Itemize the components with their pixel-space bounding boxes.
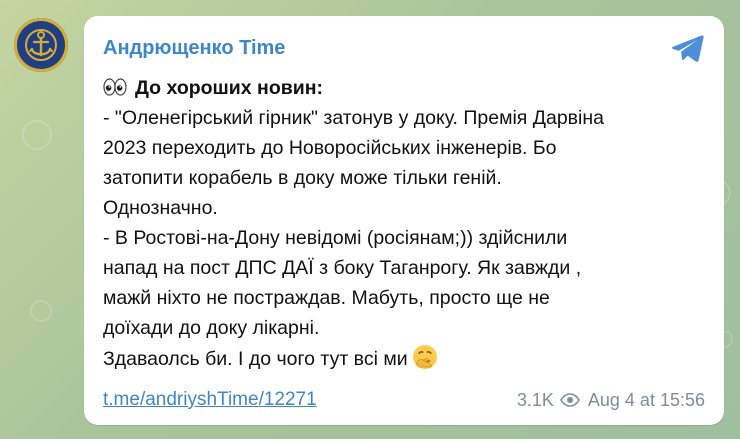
post-line: Однозначно. xyxy=(103,197,218,219)
telegram-share-icon[interactable] xyxy=(671,33,705,63)
post-line: напад на пост ДПС ДАЇ з боку Таганрогу. … xyxy=(103,257,582,279)
channel-avatar[interactable] xyxy=(14,18,68,72)
background-doodle xyxy=(30,300,52,322)
eye-icon xyxy=(559,393,580,407)
background-doodle xyxy=(22,120,52,150)
anchor-emblem-icon xyxy=(23,27,59,63)
post-meta: 3.1K Aug 4 at 15:56 xyxy=(517,389,705,411)
post-line: - В Ростові-на-Дону невідомі (росіянам;)… xyxy=(103,227,568,249)
post-line: 2023 переходить до Новоросійських інжене… xyxy=(103,137,557,159)
post-heading: До хороших новин: xyxy=(135,77,323,99)
post-date: Aug 4 at 15:56 xyxy=(587,390,705,410)
channel-name[interactable]: Андрющенко Time xyxy=(103,36,285,60)
eyes-icon xyxy=(103,78,127,96)
post-heading-line: До хороших новин: xyxy=(103,73,708,103)
views-count: 3.1K xyxy=(516,390,554,410)
face-with-hand-over-mouth-icon xyxy=(411,343,439,371)
post-line: мажй ніхто не постраждав. Мабуть, просто… xyxy=(103,287,550,309)
post-line: доїхади до доку лікарні. xyxy=(103,317,320,339)
post-line: затопити корабель в доку може тільки ген… xyxy=(103,167,502,189)
post-line: - "Оленегірський гірник" затонув у доку.… xyxy=(103,107,604,129)
views-counter: 3.1K xyxy=(517,389,580,411)
post-message: До хороших новин: - "Оленегірський гірни… xyxy=(103,73,708,373)
post-line: Здаваолсь би. І до чого тут всі ми xyxy=(103,348,408,370)
post-closing-line: Здаваолсь би. І до чого тут всі ми xyxy=(103,343,708,373)
post-link[interactable]: t.me/andriyshTime/12271 xyxy=(103,389,317,411)
channel-post-bubble: Андрющенко Time До хороших новин: - "Оле… xyxy=(84,16,724,425)
post-footer: t.me/andriyshTime/12271 3.1K Aug 4 at 15… xyxy=(103,389,705,411)
